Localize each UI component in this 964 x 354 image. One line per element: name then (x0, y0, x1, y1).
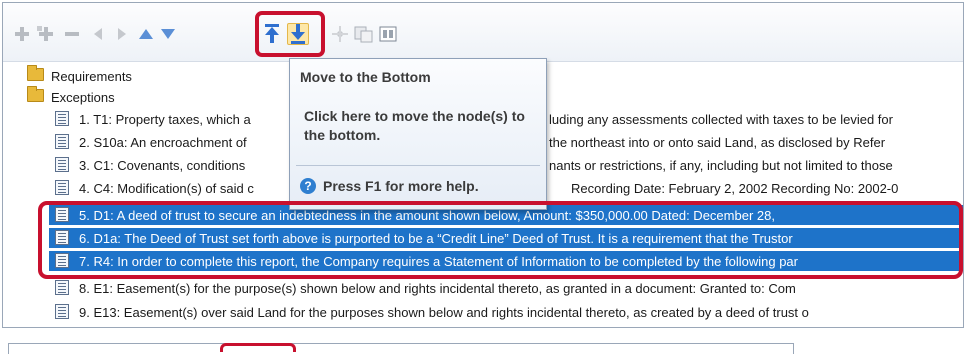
tree-item-c4-tail: Recording Date: February 2, 2002 Recordi… (571, 178, 963, 198)
lower-panel-edge (8, 343, 794, 354)
help-icon: ? (300, 178, 316, 194)
node-label: 4. C4: Modification(s) of said c (79, 180, 254, 196)
tree-item-c1-tail: nants or restrictions, if any, including… (549, 155, 963, 175)
node-label: Requirements (51, 68, 132, 84)
node-label: 3. C1: Covenants, conditions (79, 157, 246, 173)
expand-icon[interactable] (329, 23, 351, 45)
node-label-tail: Recording Date: February 2, 2002 Recordi… (571, 180, 899, 196)
tree-editor-window: Requirements Exceptions 1. T1: Property … (2, 2, 964, 328)
toolbar-highlight (255, 11, 325, 57)
tree-item-s10a-tail: the northeast into or onto said Land, as… (549, 132, 963, 152)
move-down-icon[interactable] (157, 23, 179, 45)
folder-icon (27, 86, 45, 105)
view-icon[interactable] (377, 23, 399, 45)
toolbar (3, 3, 963, 62)
tree-item-e1[interactable]: 8. E1: Easement(s) for the purpose(s) sh… (55, 278, 963, 298)
document-icon (55, 134, 73, 150)
add-child-icon[interactable] (35, 23, 57, 45)
document-icon (55, 157, 73, 173)
add-icon[interactable] (11, 23, 33, 45)
document-icon (55, 280, 73, 296)
node-label: Exceptions (51, 89, 115, 105)
node-label: 9. E13: Easement(s) over said Land for t… (79, 304, 809, 320)
tooltip-help-text: Press F1 for more help. (323, 178, 479, 194)
document-icon (55, 180, 73, 196)
selection-highlight (38, 201, 963, 279)
remove-icon[interactable] (61, 23, 83, 45)
node-label: 8. E1: Easement(s) for the purpose(s) sh… (79, 280, 796, 296)
tooltip-body: Click here to move the node(s) to the bo… (304, 108, 525, 143)
move-to-bottom-tooltip: Move to the Bottom Click here to move th… (289, 58, 547, 210)
tree-item-t1-tail: luding any assessments collected with ta… (549, 109, 963, 129)
node-label: 2. S10a: An encroachment of (79, 134, 247, 150)
move-left-icon[interactable] (87, 23, 109, 45)
copy-icon[interactable] (353, 23, 375, 45)
document-icon (55, 111, 73, 127)
node-label-tail: the northeast into or onto said Land, as… (549, 134, 886, 150)
folder-icon (27, 65, 45, 84)
document-icon (55, 304, 73, 320)
tooltip-separator (296, 165, 540, 166)
tooltip-title: Move to the Bottom (300, 69, 431, 85)
tree-item-e13[interactable]: 9. E13: Easement(s) over said Land for t… (55, 302, 963, 322)
move-right-icon[interactable] (111, 23, 133, 45)
node-label-tail: nants or restrictions, if any, including… (549, 157, 893, 173)
node-label: 1. T1: Property taxes, which a (79, 111, 251, 127)
node-label-tail: luding any assessments collected with ta… (549, 111, 893, 127)
move-up-icon[interactable] (135, 23, 157, 45)
tooltip-help: ? Press F1 for more help. (300, 178, 479, 194)
